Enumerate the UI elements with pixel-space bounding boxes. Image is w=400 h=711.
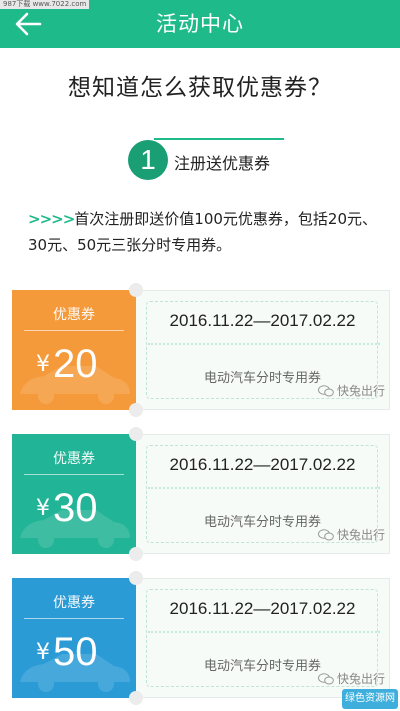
coupon-label: 优惠券	[53, 595, 95, 611]
coupon-brand: 快兔出行	[317, 526, 385, 543]
currency-symbol: ¥	[36, 496, 50, 521]
coupon-amount-value: 20	[53, 342, 98, 386]
coupon-label: 优惠券	[53, 451, 95, 467]
coupon-brand-name: 快兔出行	[336, 672, 385, 686]
coupon-notch-bottom	[129, 403, 143, 417]
wechat-icon	[317, 529, 334, 541]
wechat-icon	[317, 385, 334, 397]
coupon-label: 优惠券	[53, 307, 95, 323]
coupon-divider	[24, 330, 124, 331]
coupon-amount: ¥50	[36, 630, 98, 675]
coupon-validity: 2016.11.22—2017.02.22	[169, 311, 356, 330]
coupon-notch-top	[129, 427, 143, 441]
coupon-brand-name: 快兔出行	[336, 528, 385, 542]
coupon-dotted-divider	[148, 631, 380, 633]
coupon-notch-bottom	[129, 691, 143, 705]
coupon-info-panel: 2016.11.22—2017.02.22 电动汽车分时专用券 快兔出行	[136, 578, 390, 698]
step-number-badge: 1	[128, 140, 168, 180]
coupon-notch-top	[129, 571, 143, 585]
step-underline	[154, 138, 284, 140]
coupon-validity: 2016.11.22—2017.02.22	[169, 455, 356, 474]
currency-symbol: ¥	[36, 640, 50, 665]
corner-watermark: 绿色资源网	[342, 689, 398, 709]
coupon-value-panel: 优惠券 ¥50	[12, 578, 136, 698]
coupon-card-30[interactable]: 优惠券 ¥30 2016.11.22—2017.02.22 电动汽车分时专用券 …	[12, 427, 390, 561]
coupon-amount: ¥20	[36, 342, 98, 387]
coupon-divider	[24, 474, 124, 475]
coupon-notch-top	[129, 283, 143, 297]
coupon-info-panel: 2016.11.22—2017.02.22 电动汽车分时专用券 快兔出行	[136, 434, 390, 554]
site-watermark: 987下载 www.7022.com	[0, 0, 90, 9]
coupon-validity: 2016.11.22—2017.02.22	[169, 599, 356, 618]
main-question-heading: 想知道怎么获取优惠券？	[68, 75, 332, 101]
coupon-notch-bottom	[129, 547, 143, 561]
coupon-value-panel: 优惠券 ¥30	[12, 434, 136, 554]
step-indicator: 1 注册送优惠券	[128, 138, 288, 182]
wechat-icon	[317, 673, 334, 685]
coupon-brand-name: 快兔出行	[336, 384, 385, 398]
description-arrows: >>>>	[28, 210, 75, 228]
coupon-value-panel: 优惠券 ¥20	[12, 290, 136, 410]
coupon-card-50[interactable]: 优惠券 ¥50 2016.11.22—2017.02.22 电动汽车分时专用券 …	[12, 571, 390, 705]
coupon-card-20[interactable]: 优惠券 ¥20 2016.11.22—2017.02.22 电动汽车分时专用券 …	[12, 283, 390, 417]
step-label: 注册送优惠券	[174, 154, 271, 173]
description-text: >>>>首次注册即送价值100元优惠券，包括20元、30元、50元三张分时专用券…	[28, 206, 378, 258]
coupon-dotted-divider	[148, 343, 380, 345]
coupon-amount-value: 30	[53, 486, 98, 530]
coupon-brand: 快兔出行	[317, 382, 385, 399]
coupon-info-panel: 2016.11.22—2017.02.22 电动汽车分时专用券 快兔出行	[136, 290, 390, 410]
coupon-amount-value: 50	[53, 630, 98, 674]
coupon-brand: 快兔出行	[317, 670, 385, 687]
coupon-dotted-divider	[148, 487, 380, 489]
coupon-divider	[24, 618, 124, 619]
currency-symbol: ¥	[36, 352, 50, 377]
coupon-amount: ¥30	[36, 486, 98, 531]
description-body: 首次注册即送价值100元优惠券，包括20元、30元、50元三张分时专用券。	[28, 210, 378, 254]
